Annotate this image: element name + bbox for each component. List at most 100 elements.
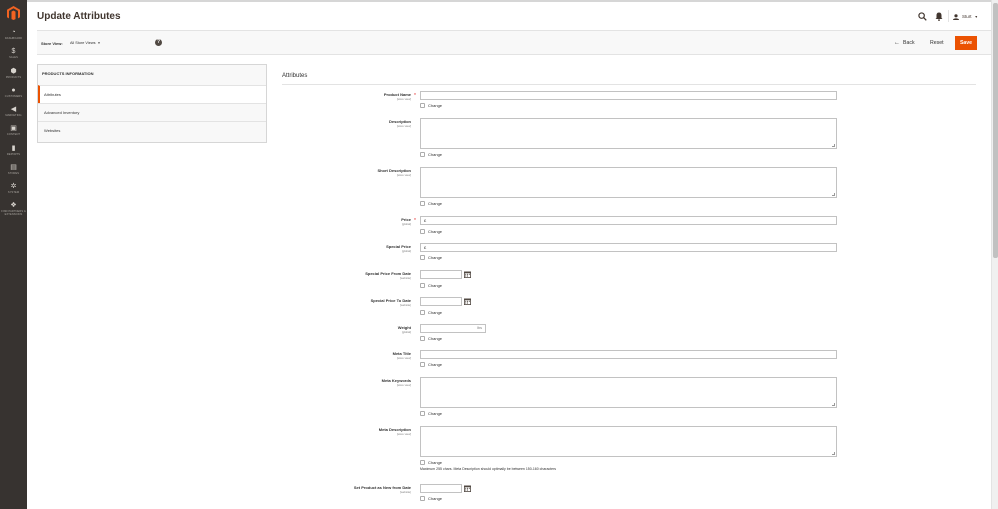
sidebar-item-customers[interactable]: ● Customers	[0, 87, 27, 105]
field-scope: [global]	[401, 248, 411, 253]
sidebar-item-marketing[interactable]: ◀ Marketing	[0, 106, 27, 124]
sidebar-item-system[interactable]: ✲ System	[0, 183, 27, 201]
magento-logo-icon[interactable]	[7, 6, 20, 20]
description-textarea[interactable]	[420, 118, 837, 149]
tab-advanced-inventory[interactable]: Advanced Inventory	[38, 103, 266, 121]
short-description-textarea[interactable]	[420, 167, 837, 198]
price-input[interactable]: £	[420, 216, 837, 225]
change-meta-title[interactable]: Change	[420, 361, 442, 367]
user-name: Sturt	[962, 14, 972, 19]
calendar-icon[interactable]	[464, 485, 471, 492]
field-scope: [store view]	[396, 123, 411, 128]
change-checkbox[interactable]	[420, 151, 425, 157]
tab-websites[interactable]: Websites	[38, 121, 266, 139]
field-label-price: Price [global]	[401, 217, 411, 226]
resize-handle[interactable]	[832, 144, 835, 147]
gear-icon: ✲	[10, 183, 17, 190]
product-info-tabs: Products Information Attributes Advanced…	[37, 64, 267, 143]
reset-button[interactable]: Reset	[930, 40, 944, 46]
meta-keywords-textarea[interactable]	[420, 377, 837, 408]
bell-icon[interactable]	[935, 12, 943, 21]
dollar-icon: $	[11, 48, 16, 55]
change-meta-description[interactable]: Change	[420, 459, 442, 465]
header-divider	[948, 10, 949, 22]
save-button[interactable]: Save	[955, 36, 977, 50]
scrollbar-thumb[interactable]	[993, 3, 998, 258]
meta-description-note: Maximum 255 chars. Meta Description shou…	[420, 467, 556, 471]
change-meta-keywords[interactable]: Change	[420, 410, 442, 416]
change-weight[interactable]: Change	[420, 335, 442, 341]
page-actions-bar: Store View: All Store Views ▼ ? ← Back R…	[37, 30, 991, 55]
tab-attributes[interactable]: Attributes	[38, 85, 266, 103]
meta-description-textarea[interactable]	[420, 426, 837, 457]
admin-sidebar: ◔ Dashboard $ Sales ⬢ Products ● Custome…	[0, 0, 27, 509]
field-label-special-price-to: Special Price To Date [website]	[370, 298, 411, 307]
resize-handle[interactable]	[832, 193, 835, 196]
store-icon: ▤	[10, 164, 17, 171]
special-price-from-date-input[interactable]	[420, 270, 462, 279]
change-product-name[interactable]: Change	[420, 102, 442, 108]
field-scope: [website]	[399, 302, 411, 307]
change-price[interactable]: Change	[420, 228, 442, 234]
calendar-icon[interactable]	[464, 298, 471, 305]
special-price-to-date-input[interactable]	[420, 297, 462, 306]
search-icon[interactable]	[918, 12, 927, 21]
change-description[interactable]: Change	[420, 151, 442, 157]
required-marker: *	[414, 218, 416, 224]
currency-symbol: £	[424, 218, 427, 223]
change-special-price[interactable]: Change	[420, 254, 442, 260]
resize-handle[interactable]	[832, 403, 835, 406]
change-checkbox[interactable]	[420, 309, 425, 315]
weight-input[interactable]: lbs	[420, 324, 486, 333]
sidebar-item-extensions[interactable]: ❖ Find Partners & Extensions	[0, 202, 27, 222]
change-checkbox[interactable]	[420, 335, 425, 341]
page-scrollbar[interactable]	[991, 0, 998, 509]
help-icon[interactable]: ?	[155, 39, 162, 46]
special-price-input[interactable]: £	[420, 243, 837, 252]
layout-icon: ▣	[10, 125, 17, 132]
change-checkbox[interactable]	[420, 410, 425, 416]
store-view-switcher[interactable]: All Store Views ▼	[70, 41, 100, 45]
sidebar-item-content[interactable]: ▣ Content	[0, 125, 27, 143]
field-scope: [store view]	[396, 431, 411, 436]
calendar-icon[interactable]	[464, 271, 471, 278]
product-name-input[interactable]	[420, 91, 837, 100]
change-checkbox[interactable]	[420, 495, 425, 501]
change-checkbox[interactable]	[420, 282, 425, 288]
change-checkbox[interactable]	[420, 228, 425, 234]
new-from-date-input[interactable]	[420, 484, 462, 493]
field-label-meta-title: Meta Title [store view]	[392, 351, 411, 360]
sidebar-item-products[interactable]: ⬢ Products	[0, 68, 27, 86]
change-new-from-date[interactable]: Change	[420, 495, 442, 501]
field-label-description: Description [store view]	[388, 119, 411, 128]
change-checkbox[interactable]	[420, 254, 425, 260]
field-scope: [store view]	[396, 96, 411, 101]
store-view-label: Store View:	[41, 41, 63, 46]
extensions-icon: ❖	[10, 202, 17, 209]
back-button[interactable]: ← Back	[894, 40, 915, 46]
meta-title-input[interactable]	[420, 350, 837, 359]
change-checkbox[interactable]	[420, 102, 425, 108]
change-checkbox[interactable]	[420, 361, 425, 367]
change-checkbox[interactable]	[420, 200, 425, 206]
field-scope: [store view]	[396, 382, 411, 387]
sidebar-item-sales[interactable]: $ Sales	[0, 48, 27, 66]
change-special-price-from[interactable]: Change	[420, 282, 442, 288]
dashboard-icon: ◔	[11, 29, 16, 36]
change-short-description[interactable]: Change	[420, 200, 442, 206]
field-label-new-from-date: Set Product as New from Date [website]	[353, 485, 411, 494]
change-checkbox[interactable]	[420, 459, 425, 465]
sidebar-item-stores[interactable]: ▤ Stores	[0, 164, 27, 182]
fieldset-divider	[282, 84, 976, 85]
field-label-meta-description: Meta Description [store view]	[378, 427, 411, 436]
user-icon: ●	[11, 87, 16, 94]
chevron-down-icon: ▼	[97, 41, 101, 45]
field-label-weight: Weight [global]	[397, 325, 411, 334]
required-marker: *	[414, 93, 416, 99]
user-menu[interactable]: Sturt ▼	[948, 10, 978, 22]
change-special-price-to[interactable]: Change	[420, 309, 442, 315]
sidebar-item-dashboard[interactable]: ◔ Dashboard	[0, 29, 27, 47]
sidebar-item-reports[interactable]: ▮ Reports	[0, 145, 27, 163]
weight-unit: lbs	[477, 326, 482, 330]
resize-handle[interactable]	[832, 452, 835, 455]
